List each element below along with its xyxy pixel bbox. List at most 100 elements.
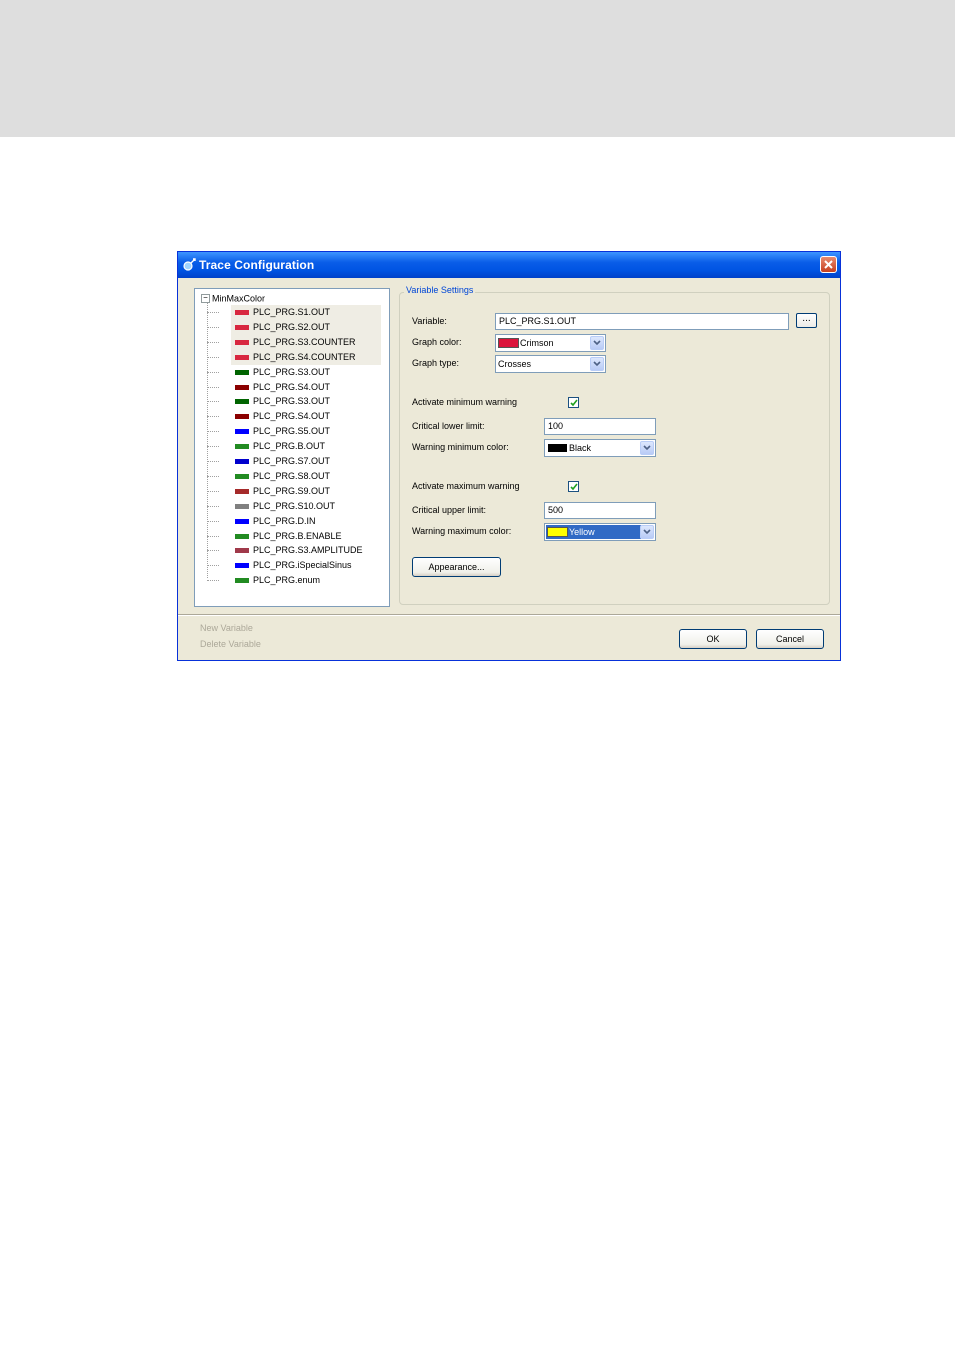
warning-min-color-value: Black (569, 443, 592, 453)
chevron-down-icon[interactable] (590, 357, 604, 371)
tree-item[interactable]: PLC_PRG.B.OUT (207, 439, 387, 454)
tree-item-label: PLC_PRG.S3.OUT (253, 396, 331, 407)
color-swatch-icon (235, 578, 249, 584)
tree-item-label: PLC_PRG.S2.OUT (253, 321, 331, 332)
browse-variable-button[interactable]: ... (796, 313, 817, 328)
tree-root-node[interactable]: − MinMaxColor (201, 291, 265, 305)
graph-type-label: Graph type: (412, 358, 460, 368)
tree-item-label: PLC_PRG.S9.OUT (253, 485, 331, 496)
graph-color-value: Crimson (520, 338, 554, 348)
color-swatch-icon (235, 459, 249, 464)
tree-connector (207, 505, 219, 507)
color-swatch-icon (235, 384, 249, 390)
tree-item[interactable]: PLC_PRG.S4.OUT (207, 409, 387, 424)
tree-connector (207, 356, 219, 358)
tree-item-label: PLC_PRG.S5.OUT (253, 426, 331, 437)
tree-root-label: MinMaxColor (212, 293, 266, 304)
color-swatch-icon (235, 488, 249, 494)
tree-item[interactable]: PLC_PRG.S4.OUT (207, 380, 387, 395)
title-bar[interactable]: Trace Configuration (178, 252, 840, 278)
variable-input[interactable]: PLC_PRG.S1.OUT (495, 313, 789, 330)
tree-connector (207, 461, 219, 462)
tree-connector (207, 446, 219, 448)
tree-item[interactable]: PLC_PRG.S2.OUT (207, 319, 387, 335)
color-swatch-icon (235, 369, 249, 375)
tree-connector (207, 386, 219, 388)
appearance-button[interactable]: Appearance... (412, 557, 501, 577)
tree-item-label: PLC_PRG.S7.OUT (253, 456, 331, 466)
tree-item[interactable]: PLC_PRG.S4.COUNTER (207, 349, 387, 365)
checkmark-icon (570, 483, 578, 491)
tree-item[interactable]: PLC_PRG.S9.OUT (207, 484, 387, 499)
warning-min-color-swatch (548, 444, 567, 452)
color-swatch-icon (235, 473, 249, 479)
tree-item[interactable]: PLC_PRG.B.ENABLE (207, 529, 387, 544)
color-swatch-icon (235, 518, 249, 524)
graph-color-select[interactable]: Crimson (495, 334, 606, 352)
tree-connector (207, 520, 219, 522)
variable-tree[interactable]: − MinMaxColor PLC_PRG.S1.OUT PLC_PRG.S2.OU… (194, 288, 390, 607)
tree-item[interactable]: PLC_PRG.S3.COUNTER (207, 334, 387, 350)
warning-max-color-select[interactable]: Yellow (544, 523, 656, 541)
footer-separator (178, 614, 840, 616)
tree-item-label: PLC_PRG.S10.OUT (253, 500, 336, 511)
tree-item[interactable]: PLC_PRG.S5.OUT (207, 424, 387, 439)
color-swatch-icon (235, 503, 249, 509)
tree-item-label: PLC_PRG.enum (253, 575, 321, 586)
tree-item-label: PLC_PRG.S4.OUT (253, 411, 331, 422)
tree-connector (207, 580, 219, 582)
chevron-down-icon[interactable] (640, 441, 654, 455)
tree-item[interactable]: PLC_PRG.D.IN (207, 514, 387, 529)
tree-item[interactable]: PLC_PRG.enum (207, 573, 387, 588)
tree-item-label: PLC_PRG.S1.OUT (253, 307, 331, 317)
tree-connector (207, 416, 219, 418)
warning-max-color-value: Yellow (569, 527, 595, 537)
warning-max-color-swatch (547, 527, 568, 537)
tree-item-label: PLC_PRG.S4.OUT (253, 381, 331, 392)
collapse-icon[interactable]: − (201, 294, 210, 304)
critical-upper-limit-label: Critical upper limit: (412, 505, 487, 515)
color-swatch-icon (235, 548, 249, 554)
tree-item-label: PLC_PRG.S3.COUNTER (253, 336, 356, 347)
tree-item[interactable]: PLC_PRG.S8.OUT (207, 469, 387, 484)
dialog-title: Trace Configuration (199, 258, 315, 272)
trace-icon (182, 257, 198, 273)
cancel-button[interactable]: Cancel (756, 629, 824, 649)
tree-item[interactable]: PLC_PRG.S10.OUT (207, 499, 387, 514)
ok-button[interactable]: OK (679, 629, 747, 649)
variable-settings-title: Variable Settings (404, 285, 476, 295)
color-swatch-icon (235, 399, 249, 405)
color-swatch-icon (235, 339, 249, 345)
tree-item[interactable]: PLC_PRG.iSpecialSinus (207, 558, 387, 573)
new-variable-link[interactable]: New Variable (200, 623, 253, 633)
warning-min-color-select[interactable]: Black (544, 439, 656, 457)
tree-connector (207, 565, 219, 567)
activate-min-warning-label: Activate minimum warning (412, 397, 518, 407)
chevron-down-icon[interactable] (590, 336, 604, 350)
close-button[interactable] (820, 256, 837, 273)
tree-item-label: PLC_PRG.S4.COUNTER (253, 351, 356, 362)
tree-connector (207, 341, 219, 343)
critical-lower-limit-input[interactable]: 100 (544, 418, 656, 435)
tree-item[interactable]: PLC_PRG.S3.OUT (207, 365, 387, 380)
tree-item-label: PLC_PRG.B.ENABLE (253, 530, 342, 541)
tree-item[interactable]: PLC_PRG.S3.AMPLITUDE (207, 543, 387, 558)
tree-item[interactable]: PLC_PRG.S1.OUT (207, 305, 387, 320)
graph-type-select[interactable]: Crosses (495, 355, 606, 373)
chevron-down-icon[interactable] (640, 525, 654, 539)
delete-variable-link[interactable]: Delete Variable (200, 639, 261, 649)
tree-connector (207, 431, 219, 433)
critical-upper-limit-input[interactable]: 500 (544, 502, 656, 519)
tree-item[interactable]: PLC_PRG.S3.OUT (207, 394, 387, 409)
color-swatch-icon (235, 310, 249, 315)
activate-max-warning-checkbox[interactable] (568, 481, 579, 492)
tree-item-label: PLC_PRG.S3.AMPLITUDE (253, 545, 363, 556)
tree-connector (207, 371, 219, 373)
tree-item-label: PLC_PRG.D.IN (253, 515, 316, 526)
tree-item[interactable]: PLC_PRG.S7.OUT (207, 454, 387, 469)
color-swatch-icon (235, 414, 249, 420)
tree-connector (207, 490, 219, 492)
warning-min-color-label: Warning minimum color: (412, 442, 509, 452)
activate-min-warning-checkbox[interactable] (568, 397, 579, 408)
tree-item-label: PLC_PRG.B.OUT (253, 441, 326, 452)
